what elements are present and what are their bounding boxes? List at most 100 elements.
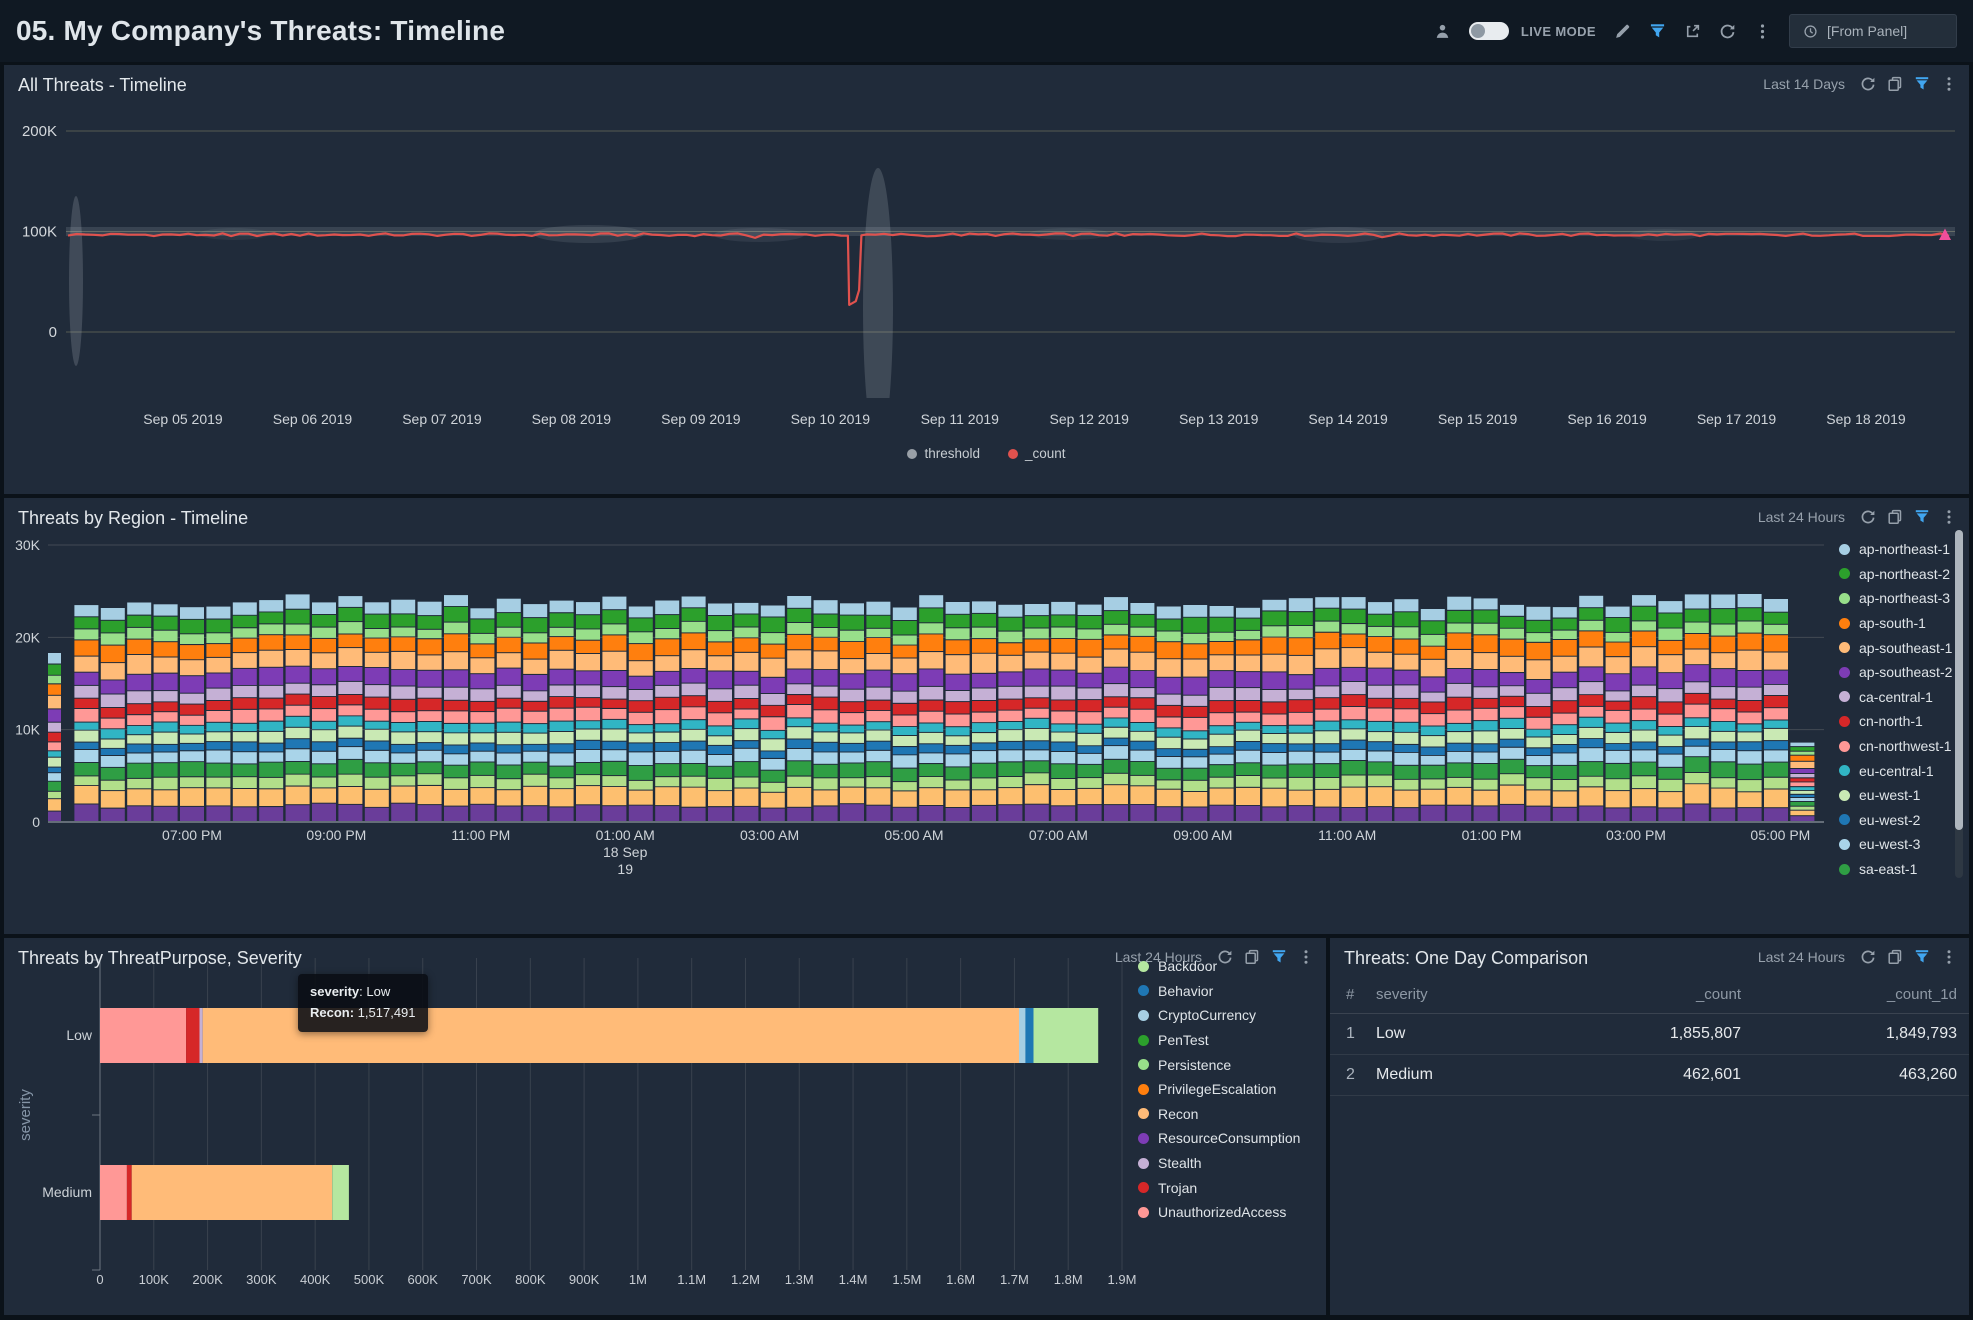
- clock-icon: [1803, 24, 1818, 39]
- panel-copy-icon[interactable]: [1887, 949, 1903, 965]
- legend-item[interactable]: eu-west-3: [1839, 832, 1952, 857]
- panel-actions: Last 24 Hours: [1115, 949, 1314, 965]
- legend-label: Persistence: [1158, 1056, 1232, 1073]
- legend-item[interactable]: eu-west-2: [1839, 808, 1952, 833]
- legend-item[interactable]: eu-west-1: [1839, 783, 1952, 808]
- legend-item[interactable]: PenTest: [1138, 1028, 1300, 1053]
- legend-swatch: [1839, 740, 1850, 752]
- legend-item[interactable]: ap-southeast-1: [1839, 635, 1952, 660]
- panel-refresh-icon[interactable]: [1217, 949, 1233, 965]
- legend-label: PrivilegeEscalation: [1158, 1081, 1277, 1098]
- panel-copy-icon[interactable]: [1887, 76, 1903, 92]
- legend-label: ca-central-1: [1859, 688, 1933, 705]
- table-row[interactable]: 2 Medium 462,601 463,260: [1330, 1055, 1969, 1096]
- tooltip-line-2: Recon: 1,517,491: [310, 1004, 416, 1020]
- legend-item[interactable]: ap-northeast-2: [1839, 562, 1952, 587]
- panel-time-range[interactable]: Last 24 Hours: [1115, 949, 1202, 965]
- legend-item[interactable]: Recon: [1138, 1102, 1300, 1127]
- legend-swatch: [1839, 617, 1850, 629]
- by-region-chart: 30K 20K 10K 0 07:00 PM 09:00 PM 11:00 PM 01:00 …: [4, 498, 1969, 934]
- user-icon[interactable]: [1434, 23, 1451, 40]
- svg-text:20K: 20K: [15, 629, 41, 645]
- svg-text:Sep 14 2019: Sep 14 2019: [1308, 411, 1388, 427]
- legend-item[interactable]: Behavior: [1138, 979, 1300, 1004]
- time-range-picker[interactable]: [From Panel]: [1789, 14, 1957, 48]
- svg-text:1.9M: 1.9M: [1108, 1272, 1137, 1287]
- panel-kebab-icon[interactable]: [1941, 509, 1957, 525]
- legend-item[interactable]: ResourceConsumption: [1138, 1126, 1300, 1151]
- legend-item[interactable]: eu-central-1: [1839, 758, 1952, 783]
- legend-item[interactable]: PrivilegeEscalation: [1138, 1077, 1300, 1102]
- live-mode-toggle[interactable]: [1468, 22, 1509, 40]
- svg-text:Sep 09 2019: Sep 09 2019: [661, 411, 741, 427]
- panel-title-all-threats: All Threats - Timeline: [18, 75, 187, 95]
- legend-item[interactable]: ap-northeast-3: [1839, 586, 1952, 611]
- svg-text:Sep 18 2019: Sep 18 2019: [1826, 411, 1906, 427]
- panel-kebab-icon[interactable]: [1941, 76, 1957, 92]
- legend-item[interactable]: cn-northwest-1: [1839, 734, 1952, 759]
- legend-swatch: [1839, 715, 1850, 727]
- legend-item[interactable]: Trojan: [1138, 1175, 1300, 1200]
- legend-item[interactable]: CryptoCurrency: [1138, 1003, 1300, 1028]
- legend-item[interactable]: _count: [1008, 446, 1066, 461]
- table-row[interactable]: 1 Low 1,855,807 1,849,793: [1330, 1014, 1969, 1055]
- svg-text:Sep 07 2019: Sep 07 2019: [402, 411, 482, 427]
- legend-label: ap-northeast-1: [1859, 541, 1951, 558]
- panel-time-range[interactable]: Last 24 Hours: [1758, 949, 1845, 965]
- legend-swatch: [1138, 1009, 1149, 1021]
- legend-label: cn-north-1: [1859, 713, 1923, 730]
- panel-filter-icon[interactable]: [1914, 76, 1930, 92]
- svg-text:03:00 PM: 03:00 PM: [1606, 827, 1666, 843]
- legend-item[interactable]: sa-east-1: [1839, 857, 1952, 882]
- panel-time-range[interactable]: Last 24 Hours: [1758, 509, 1845, 525]
- more-menu-icon[interactable]: [1754, 23, 1771, 40]
- share-icon[interactable]: [1684, 23, 1701, 40]
- legend-item[interactable]: ap-northeast-1: [1839, 537, 1952, 562]
- legend-label: UnauthorizedAccess: [1158, 1204, 1287, 1221]
- legend-item[interactable]: ap-south-1: [1839, 611, 1952, 636]
- col-count-1d: _count_1d: [1886, 986, 1957, 1003]
- legend-swatch: [1839, 642, 1850, 654]
- legend-item[interactable]: cn-north-1: [1839, 709, 1952, 734]
- svg-text:01:00 AM: 01:00 AM: [596, 827, 655, 843]
- filter-icon[interactable]: [1649, 23, 1666, 40]
- panel-filter-icon[interactable]: [1271, 949, 1287, 965]
- legend-item[interactable]: UnauthorizedAccess: [1138, 1200, 1300, 1225]
- svg-text:Sep 10 2019: Sep 10 2019: [791, 411, 871, 427]
- legend-item[interactable]: Stealth: [1138, 1151, 1300, 1176]
- legend-swatch: [1008, 448, 1018, 459]
- svg-text:11:00 PM: 11:00 PM: [451, 827, 510, 843]
- svg-text:01:00 PM: 01:00 PM: [1462, 827, 1522, 843]
- panel-kebab-icon[interactable]: [1298, 949, 1314, 965]
- panel-kebab-icon[interactable]: [1941, 949, 1957, 965]
- refresh-icon[interactable]: [1719, 23, 1736, 40]
- legend-item[interactable]: ap-southeast-2: [1839, 660, 1952, 685]
- legend-label: Recon: [1158, 1105, 1199, 1122]
- legend-item[interactable]: Persistence: [1138, 1052, 1300, 1077]
- legend-item[interactable]: threshold: [907, 446, 980, 461]
- legend-swatch: [1839, 814, 1850, 826]
- edit-icon[interactable]: [1614, 23, 1631, 40]
- panel-title-by-purpose: Threats by ThreatPurpose, Severity: [18, 948, 302, 968]
- panel-refresh-icon[interactable]: [1860, 76, 1876, 92]
- legend-scrollbar-thumb[interactable]: [1955, 530, 1963, 830]
- legend-swatch: [1839, 543, 1850, 555]
- svg-text:Sep 06 2019: Sep 06 2019: [273, 411, 353, 427]
- svg-text:600K: 600K: [408, 1272, 439, 1287]
- svg-text:11:00 AM: 11:00 AM: [1318, 827, 1376, 843]
- panel-filter-icon[interactable]: [1914, 949, 1930, 965]
- panel-copy-icon[interactable]: [1244, 949, 1260, 965]
- legend-label: _count: [1025, 446, 1066, 461]
- svg-text:07:00 AM: 07:00 AM: [1029, 827, 1088, 843]
- panel-time-range[interactable]: Last 14 Days: [1763, 76, 1845, 92]
- legend-label: CryptoCurrency: [1158, 1007, 1257, 1024]
- panel-by-region: Threats by Region - Timeline Last 24 Hou…: [4, 498, 1969, 934]
- legend-label: eu-central-1: [1859, 762, 1934, 779]
- svg-text:Sep 05 2019: Sep 05 2019: [143, 411, 223, 427]
- panel-filter-icon[interactable]: [1914, 509, 1930, 525]
- panel-refresh-icon[interactable]: [1860, 949, 1876, 965]
- legend-item[interactable]: ca-central-1: [1839, 685, 1952, 710]
- panel-copy-icon[interactable]: [1887, 509, 1903, 525]
- panel-refresh-icon[interactable]: [1860, 509, 1876, 525]
- by-purpose-chart: 0 100K 200K 300K 400K 500K 600K 700K 800K 900K 1M 1…: [4, 938, 1326, 1315]
